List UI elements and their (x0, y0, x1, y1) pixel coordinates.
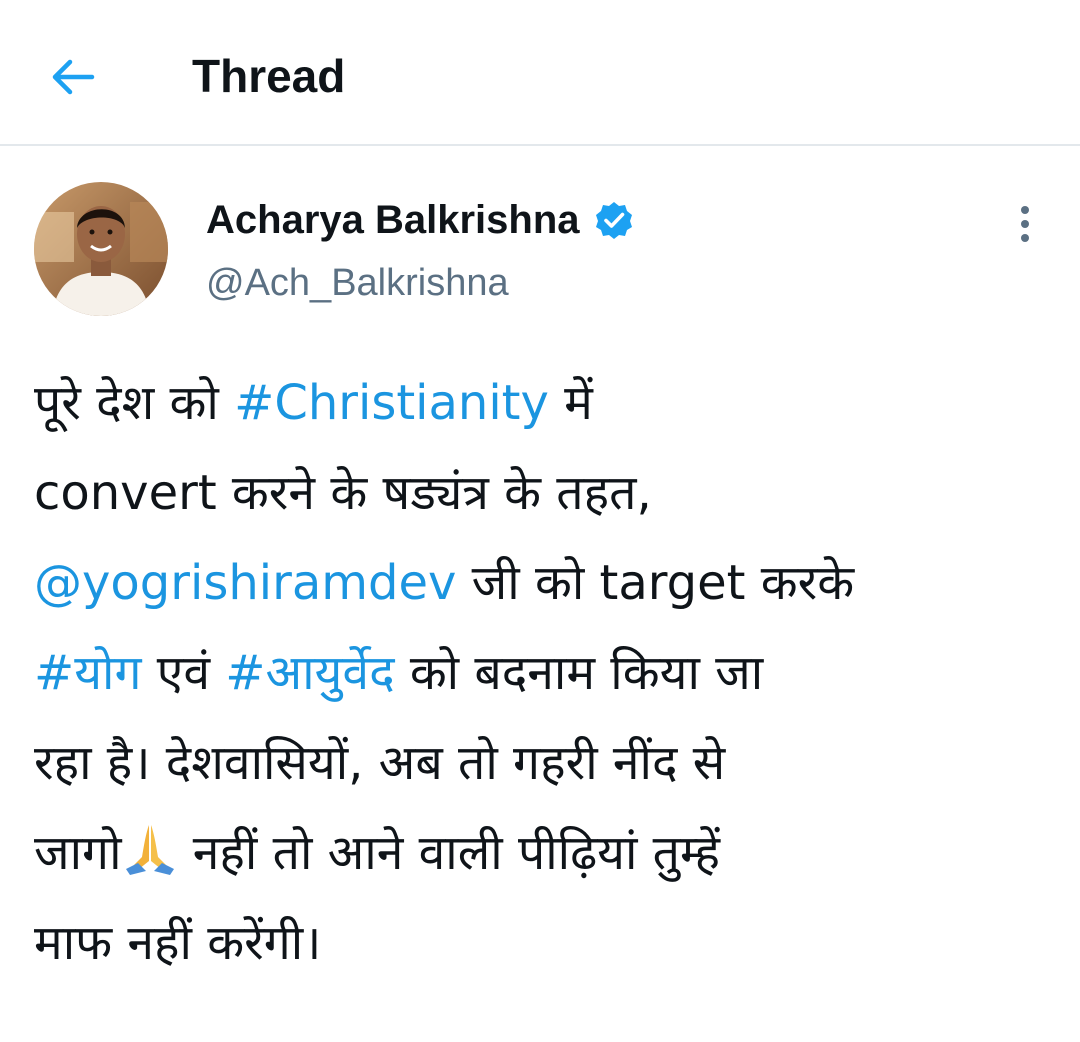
page-title: Thread (192, 50, 346, 102)
tweet-text-line: convert करने के षड्यंत्र के तहत, (34, 448, 1064, 538)
tweet-text-line: #योग एवं #आयुर्वेद को बदनाम किया जा (34, 628, 1064, 718)
tweet-text-line: माफ नहीं करेंगी। (34, 898, 1064, 988)
more-vertical-icon (1019, 204, 1031, 244)
tweet-text-line: जागो नहीं तो आने वाली पीढ़ियां तुम्हें (34, 808, 1064, 898)
tweet-text-segment: जी को target करके (456, 555, 855, 611)
hashtag-link[interactable]: #आयुर्वेद (225, 645, 394, 701)
tweet-text-segment: जागो (34, 825, 122, 881)
back-button[interactable] (40, 44, 106, 110)
tweet-text: पूरे देश को #Christianity में convert करन… (34, 358, 1064, 988)
tweet-text-segment: को बदनाम किया जा (394, 645, 764, 701)
tweet-text-line: पूरे देश को #Christianity में (34, 358, 1064, 448)
hashtag-link[interactable]: #योग (34, 645, 142, 701)
author-display-name[interactable]: Acharya Balkrishna (206, 198, 580, 243)
tweet-text-segment: पूरे देश को (34, 375, 235, 431)
tweet-text-line: रहा है। देशवासियों, अब तो गहरी नींद से (34, 718, 1064, 808)
author-handle[interactable]: @Ach_Balkrishna (206, 262, 509, 305)
tweet-text-segment: convert करने के षड्यंत्र के तहत, (34, 465, 652, 521)
tweet-text-segment: माफ नहीं करेंगी। (34, 915, 322, 971)
folded-hands-emoji-icon (122, 814, 178, 875)
tweet-text-line: @yogrishiramdev जी को target करके (34, 538, 1064, 628)
tweet-text-segment: रहा है। देशवासियों, अब तो गहरी नींद से (34, 735, 726, 791)
more-options-button[interactable] (1000, 196, 1050, 252)
verified-badge-icon (594, 200, 634, 240)
author-name-row: Acharya Balkrishna (206, 190, 634, 250)
hashtag-link[interactable]: #Christianity (234, 375, 549, 431)
top-bar: Thread (0, 0, 1080, 146)
tweet-text-segment: में (548, 375, 593, 431)
mention-link[interactable]: @yogrishiramdev (34, 555, 456, 611)
arrow-left-icon (50, 57, 96, 97)
author-avatar[interactable] (34, 182, 168, 316)
tweet-text-segment: एवं (141, 645, 226, 701)
tweet-text-segment: नहीं तो आने वाली पीढ़ियां तुम्हें (177, 825, 720, 881)
